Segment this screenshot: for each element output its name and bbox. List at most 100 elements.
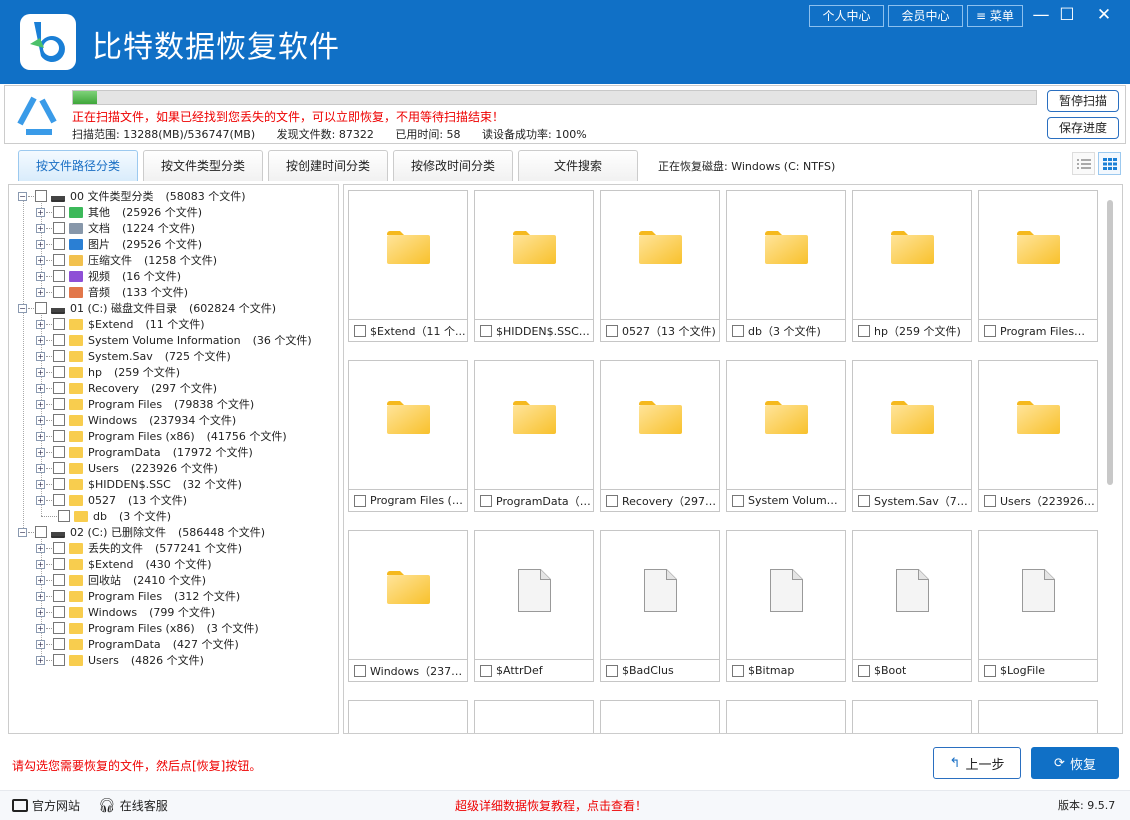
file-tile[interactable]: $AttrDef (474, 530, 594, 682)
tile-checkbox[interactable] (606, 495, 618, 507)
tree-checkbox[interactable] (53, 366, 65, 378)
expand-icon[interactable]: + (36, 576, 45, 585)
expand-icon[interactable]: + (36, 400, 45, 409)
tree-checkbox[interactable] (53, 286, 65, 298)
tree-checkbox[interactable] (53, 222, 65, 234)
tree-item[interactable]: +图片(29526 个文件) (36, 236, 202, 252)
tree-item[interactable]: +Windows(237934 个文件) (36, 412, 236, 428)
tree-checkbox[interactable] (53, 350, 65, 362)
expand-icon[interactable]: + (36, 480, 45, 489)
tile-checkbox[interactable] (354, 495, 366, 507)
tile-checkbox[interactable] (606, 665, 618, 677)
expand-icon[interactable]: + (36, 208, 45, 217)
tree-checkbox[interactable] (35, 302, 47, 314)
list-view-button[interactable] (1072, 152, 1095, 175)
tree-item[interactable]: +System.Sav(725 个文件) (36, 348, 231, 364)
tree-item[interactable]: +Program Files(79838 个文件) (36, 396, 254, 412)
file-tile[interactable]: db（3 个文件) (726, 190, 846, 342)
tab-by-type[interactable]: 按文件类型分类 (143, 150, 263, 181)
tree-item[interactable]: db(3 个文件) (36, 508, 171, 524)
tree-checkbox[interactable] (53, 398, 65, 410)
expand-icon[interactable]: + (36, 256, 45, 265)
tree-checkbox[interactable] (53, 334, 65, 346)
tile-checkbox[interactable] (858, 495, 870, 507)
tree-checkbox[interactable] (53, 638, 65, 650)
tree-item[interactable]: +ProgramData(427 个文件) (36, 636, 239, 652)
expand-icon[interactable]: + (36, 656, 45, 665)
tile-checkbox[interactable] (732, 665, 744, 677)
expand-icon[interactable]: + (36, 624, 45, 633)
tree-item[interactable]: +ProgramData(17972 个文件) (36, 444, 253, 460)
tree-checkbox[interactable] (53, 558, 65, 570)
expand-icon[interactable]: + (36, 592, 45, 601)
expand-icon[interactable]: + (36, 432, 45, 441)
tree-item[interactable]: +$Extend(430 个文件) (36, 556, 212, 572)
file-tile[interactable] (348, 700, 468, 734)
tree-checkbox[interactable] (53, 654, 65, 666)
expand-icon[interactable]: + (36, 320, 45, 329)
tree-item[interactable]: +压缩文件(1258 个文件) (36, 252, 217, 268)
tree-item[interactable]: +音频(133 个文件) (36, 284, 188, 300)
file-tile[interactable]: Recovery（297 ... (600, 360, 720, 512)
tree-item[interactable]: +其他(25926 个文件) (36, 204, 202, 220)
tile-checkbox[interactable] (606, 325, 618, 337)
file-tile[interactable]: $BadClus (600, 530, 720, 682)
minimize-button[interactable]: — (1028, 4, 1054, 26)
expand-icon[interactable]: + (36, 288, 45, 297)
tile-checkbox[interactable] (984, 665, 996, 677)
tree-item[interactable]: +视频(16 个文件) (36, 268, 181, 284)
file-tile[interactable]: Program Files（79... (978, 190, 1098, 342)
tree-item[interactable]: −02 (C:) 已删除文件(586448 个文件) (18, 524, 265, 540)
tree-item[interactable]: +0527(13 个文件) (36, 492, 187, 508)
grid-view-button[interactable] (1098, 152, 1121, 175)
tree-checkbox[interactable] (53, 318, 65, 330)
tile-checkbox[interactable] (354, 665, 366, 677)
expand-icon[interactable]: + (36, 608, 45, 617)
file-tile[interactable]: ProgramData（17... (474, 360, 594, 512)
tree-item[interactable]: +Windows(799 个文件) (36, 604, 215, 620)
menu-button[interactable]: ≡ 菜单 (967, 5, 1023, 27)
expand-icon[interactable]: + (36, 352, 45, 361)
tile-checkbox[interactable] (354, 325, 366, 337)
tree-item[interactable]: +文档(1224 个文件) (36, 220, 195, 236)
tile-checkbox[interactable] (480, 665, 492, 677)
file-tile[interactable] (474, 700, 594, 734)
expand-icon[interactable]: + (36, 384, 45, 393)
tree-item[interactable]: +Users(223926 个文件) (36, 460, 218, 476)
tree-checkbox[interactable] (53, 478, 65, 490)
grid-scrollbar[interactable] (1107, 200, 1113, 485)
tab-by-modified[interactable]: 按修改时间分类 (393, 150, 513, 181)
tree-checkbox[interactable] (53, 206, 65, 218)
tile-checkbox[interactable] (480, 325, 492, 337)
expand-icon[interactable]: + (36, 416, 45, 425)
tile-checkbox[interactable] (858, 325, 870, 337)
tree-checkbox[interactable] (53, 238, 65, 250)
tree-checkbox[interactable] (53, 574, 65, 586)
tree-checkbox[interactable] (53, 254, 65, 266)
personal-center-button[interactable]: 个人中心 (809, 5, 884, 27)
tree-checkbox[interactable] (53, 494, 65, 506)
expand-icon[interactable]: + (36, 368, 45, 377)
expand-icon[interactable]: + (36, 336, 45, 345)
tree-item[interactable]: −01 (C:) 磁盘文件目录(602824 个文件) (18, 300, 276, 316)
tree-item[interactable]: +Recovery(297 个文件) (36, 380, 217, 396)
tile-checkbox[interactable] (732, 325, 744, 337)
tree-item[interactable]: +Users(4826 个文件) (36, 652, 204, 668)
tree-item[interactable]: +Program Files (x86)(3 个文件) (36, 620, 259, 636)
tree-checkbox[interactable] (35, 526, 47, 538)
file-tile[interactable]: $Boot (852, 530, 972, 682)
tree-checkbox[interactable] (53, 414, 65, 426)
tree-checkbox[interactable] (53, 462, 65, 474)
tree-checkbox[interactable] (53, 446, 65, 458)
collapse-icon[interactable]: − (18, 192, 27, 201)
tree-checkbox[interactable] (58, 510, 70, 522)
file-tile[interactable] (978, 700, 1098, 734)
expand-icon[interactable]: + (36, 560, 45, 569)
file-tile[interactable]: Program Files (x8... (348, 360, 468, 512)
member-center-button[interactable]: 会员中心 (888, 5, 963, 27)
tree-item[interactable]: +hp(259 个文件) (36, 364, 180, 380)
file-tile[interactable]: $Bitmap (726, 530, 846, 682)
tree-checkbox[interactable] (53, 382, 65, 394)
tutorial-link[interactable]: 超级详细数据恢复教程，点击查看！ (455, 797, 647, 814)
tree-checkbox[interactable] (53, 542, 65, 554)
